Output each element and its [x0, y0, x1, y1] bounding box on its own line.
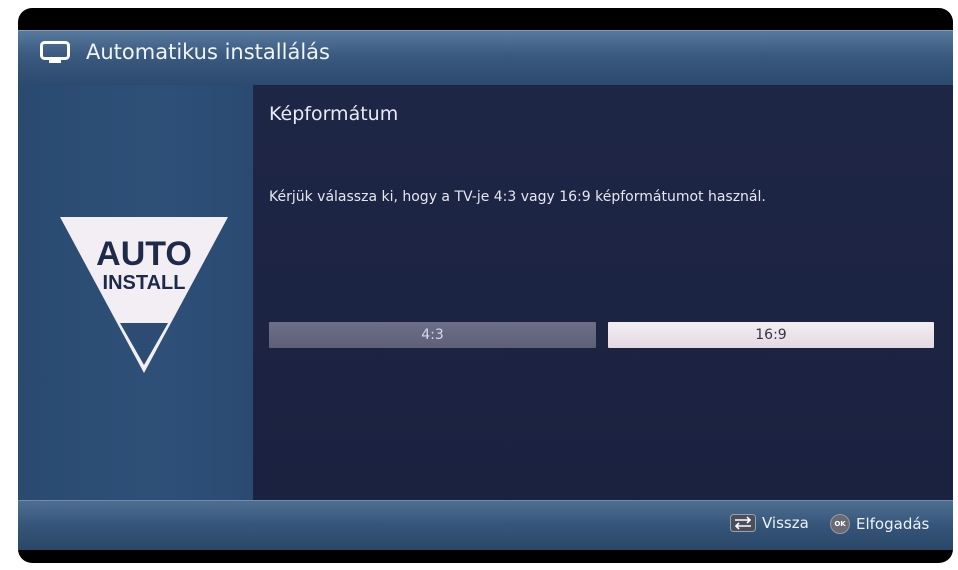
ok-icon: OK — [830, 514, 850, 534]
accept-label: Elfogadás — [856, 515, 930, 533]
logo-text-auto: AUTO — [96, 235, 192, 273]
auto-install-logo: AUTO INSTALL — [60, 217, 228, 373]
back-arrows-icon — [730, 514, 756, 532]
main-area: AUTO INSTALL Képformátum Kérjük válassza… — [18, 85, 953, 500]
window-title: Automatikus installálás — [86, 40, 330, 64]
instruction-text: Kérjük válassza ki, hogy a TV-je 4:3 vag… — [269, 189, 766, 205]
content-panel: Képformátum Kérjük válassza ki, hogy a T… — [253, 85, 953, 500]
tv-screen: Automatikus installálás AUTO INSTALL Kép… — [18, 8, 953, 563]
tv-icon — [40, 41, 70, 63]
accept-button[interactable]: OK Elfogadás — [830, 514, 929, 534]
side-panel: AUTO INSTALL — [18, 85, 253, 500]
back-button[interactable]: Vissza — [730, 514, 809, 532]
title-bar: Automatikus installálás — [18, 30, 953, 85]
page-title: Képformátum — [269, 103, 399, 125]
option-16-9-button[interactable]: 16:9 — [608, 322, 934, 348]
footer-bar: Vissza OK Elfogadás — [18, 500, 953, 550]
back-label: Vissza — [762, 514, 809, 532]
option-4-3-button[interactable]: 4:3 — [269, 322, 596, 348]
logo-text-install: INSTALL — [103, 272, 186, 294]
